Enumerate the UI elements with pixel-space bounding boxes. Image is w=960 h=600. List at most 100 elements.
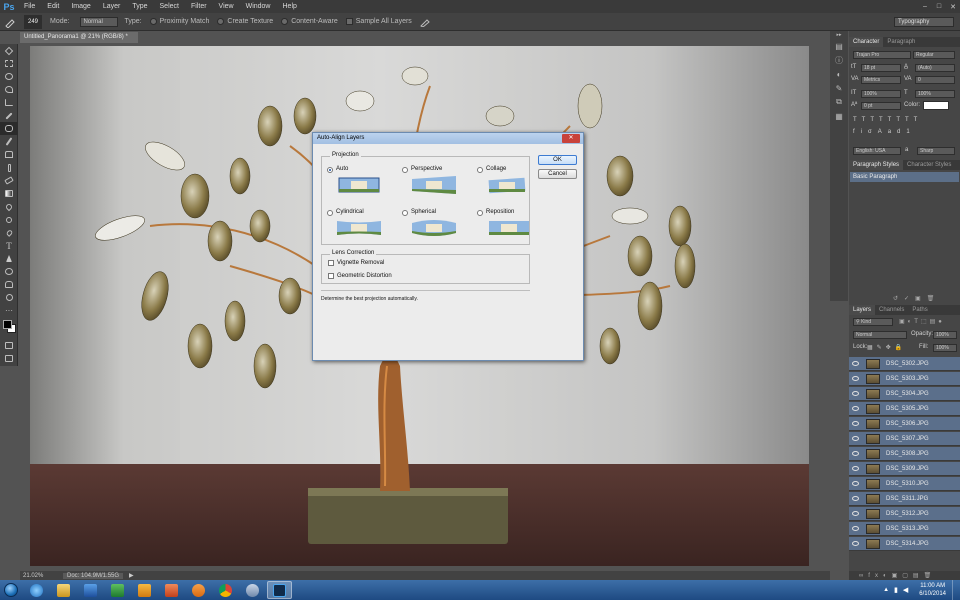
projection-reposition-option[interactable]: Reposition [477, 209, 541, 244]
layer-filter-select[interactable]: ⚲ Kind [853, 318, 893, 326]
layer-row[interactable]: DSC_5311.JPG [849, 492, 960, 506]
menu-file[interactable]: File [18, 3, 41, 10]
history-brush-tool-icon[interactable] [0, 161, 18, 174]
layer-row[interactable]: DSC_5308.JPG [849, 447, 960, 461]
blend-mode-select[interactable]: Normal [853, 331, 907, 339]
pressure-size-icon[interactable] [419, 17, 430, 27]
layers-footer-icons[interactable]: ∞fx◐▣▢▤🗑 [859, 572, 936, 579]
eye-icon[interactable] [852, 451, 859, 456]
dialog-close-icon[interactable]: ✕ [562, 134, 580, 143]
eye-icon[interactable] [852, 436, 859, 441]
doc-size-info[interactable]: Doc: 104.9M/1.55G [63, 572, 124, 579]
menu-view[interactable]: View [213, 3, 240, 10]
font-size-field[interactable]: 18 pt [861, 64, 901, 72]
font-family-select[interactable]: Trajan Pro [853, 51, 911, 59]
layer-row[interactable]: DSC_5314.JPG [849, 537, 960, 551]
horizontal-scale-field[interactable]: 100% [915, 90, 955, 98]
photoshop-icon[interactable] [267, 581, 292, 599]
menu-layer[interactable]: Layer [97, 3, 127, 10]
eye-icon[interactable] [852, 481, 859, 486]
eye-icon[interactable] [852, 541, 859, 546]
kerning-field[interactable]: Metrics [861, 76, 901, 84]
leading-field[interactable]: (Auto) [915, 64, 955, 72]
path-select-tool-icon[interactable] [0, 252, 18, 265]
menu-help[interactable]: Help [277, 3, 303, 10]
projection-perspective-option[interactable]: Perspective [402, 166, 466, 201]
opentype-buttons[interactable]: fiσΑad1 [853, 129, 916, 135]
excel-icon[interactable] [105, 581, 130, 599]
layer-row[interactable]: DSC_5313.JPG [849, 522, 960, 536]
move-tool-icon[interactable] [0, 44, 18, 57]
eyedropper-tool-icon[interactable] [0, 109, 18, 122]
projection-cylindrical-option[interactable]: Cylindrical [327, 209, 391, 244]
layer-row[interactable]: DSC_5306.JPG [849, 417, 960, 431]
eye-icon[interactable] [852, 376, 859, 381]
text-color-swatch[interactable] [923, 101, 949, 110]
layer-row[interactable]: DSC_5310.JPG [849, 477, 960, 491]
shape-tool-icon[interactable] [0, 265, 18, 278]
tab-paths[interactable]: Paths [908, 305, 931, 315]
tab-channels[interactable]: Channels [875, 305, 908, 315]
volume-icon[interactable]: ◀ [903, 586, 908, 594]
fill-field[interactable]: 100% [933, 344, 957, 352]
menu-image[interactable]: Image [65, 3, 96, 10]
status-menu-arrow-icon[interactable]: ▶ [129, 572, 134, 579]
powerpoint-icon[interactable] [159, 581, 184, 599]
vertical-scale-field[interactable]: 100% [861, 90, 901, 98]
font-style-select[interactable]: Regular [913, 51, 955, 59]
content-aware-radio[interactable]: Content-Aware [281, 18, 338, 25]
layer-row[interactable]: DSC_5302.JPG [849, 357, 960, 371]
paragraph-styles-footer-icons[interactable]: ↺✓▣🗑 [893, 295, 940, 302]
explorer-icon[interactable] [51, 581, 76, 599]
clone-source-panel-icon[interactable]: ⧉ [830, 95, 848, 109]
layer-row[interactable]: DSC_5309.JPG [849, 462, 960, 476]
game-icon[interactable] [240, 581, 265, 599]
menu-type[interactable]: Type [126, 3, 153, 10]
healing-tool-icon[interactable] [0, 122, 18, 135]
eye-icon[interactable] [852, 496, 859, 501]
clock[interactable]: 11:00 AM 6/10/2014 [913, 582, 952, 598]
layer-row[interactable]: DSC_5304.JPG [849, 387, 960, 401]
tab-character-styles[interactable]: Character Styles [903, 160, 955, 170]
projection-collage-option[interactable]: Collage [477, 166, 541, 201]
opacity-field[interactable]: 100% [933, 331, 957, 339]
layer-row[interactable]: DSC_5303.JPG [849, 372, 960, 386]
workspace-select[interactable]: Typography [894, 17, 954, 27]
edit-toolbar-icon[interactable]: ··· [0, 304, 18, 317]
show-desktop-button[interactable] [952, 580, 960, 600]
screen-mode-icon[interactable] [0, 352, 18, 365]
layer-row[interactable]: DSC_5305.JPG [849, 402, 960, 416]
eye-icon[interactable] [852, 511, 859, 516]
tracking-field[interactable]: 0 [915, 76, 955, 84]
create-texture-radio[interactable]: Create Texture [217, 18, 273, 25]
tray-arrow-icon[interactable]: ▲ [883, 587, 889, 593]
tab-paragraph-styles[interactable]: Paragraph Styles [849, 160, 904, 170]
foreground-color-swatch[interactable] [3, 320, 12, 329]
eye-icon[interactable] [852, 526, 859, 531]
outlook-icon[interactable] [132, 581, 157, 599]
menu-edit[interactable]: Edit [41, 3, 65, 10]
crop-tool-icon[interactable] [0, 96, 18, 109]
text-style-buttons[interactable]: TTTTTTTT [853, 117, 922, 123]
hand-tool-icon[interactable] [0, 278, 18, 291]
menu-select[interactable]: Select [154, 3, 185, 10]
marquee-tool-icon[interactable] [0, 57, 18, 70]
quick-mask-icon[interactable] [0, 339, 18, 352]
vignette-removal-checkbox[interactable]: Vignette Removal [328, 260, 384, 266]
ftp-icon[interactable] [78, 581, 103, 599]
gradient-tool-icon[interactable] [0, 187, 18, 200]
start-button[interactable] [0, 580, 22, 600]
language-select[interactable]: English: USA [853, 147, 901, 155]
eye-icon[interactable] [852, 406, 859, 411]
eye-icon[interactable] [852, 361, 859, 366]
close-button[interactable]: ✕ [946, 0, 960, 13]
projection-spherical-option[interactable]: Spherical [402, 209, 466, 244]
eraser-tool-icon[interactable] [0, 174, 18, 187]
document-tab[interactable]: Untitled_Panorama1 @ 21% (RGB/8) * [20, 32, 138, 43]
tab-paragraph[interactable]: Paragraph [883, 37, 919, 47]
eye-icon[interactable] [852, 391, 859, 396]
lasso-tool-icon[interactable] [0, 70, 18, 83]
quick-select-tool-icon[interactable] [0, 83, 18, 96]
layer-row[interactable]: DSC_5312.JPG [849, 507, 960, 521]
tab-layers[interactable]: Layers [849, 305, 876, 315]
